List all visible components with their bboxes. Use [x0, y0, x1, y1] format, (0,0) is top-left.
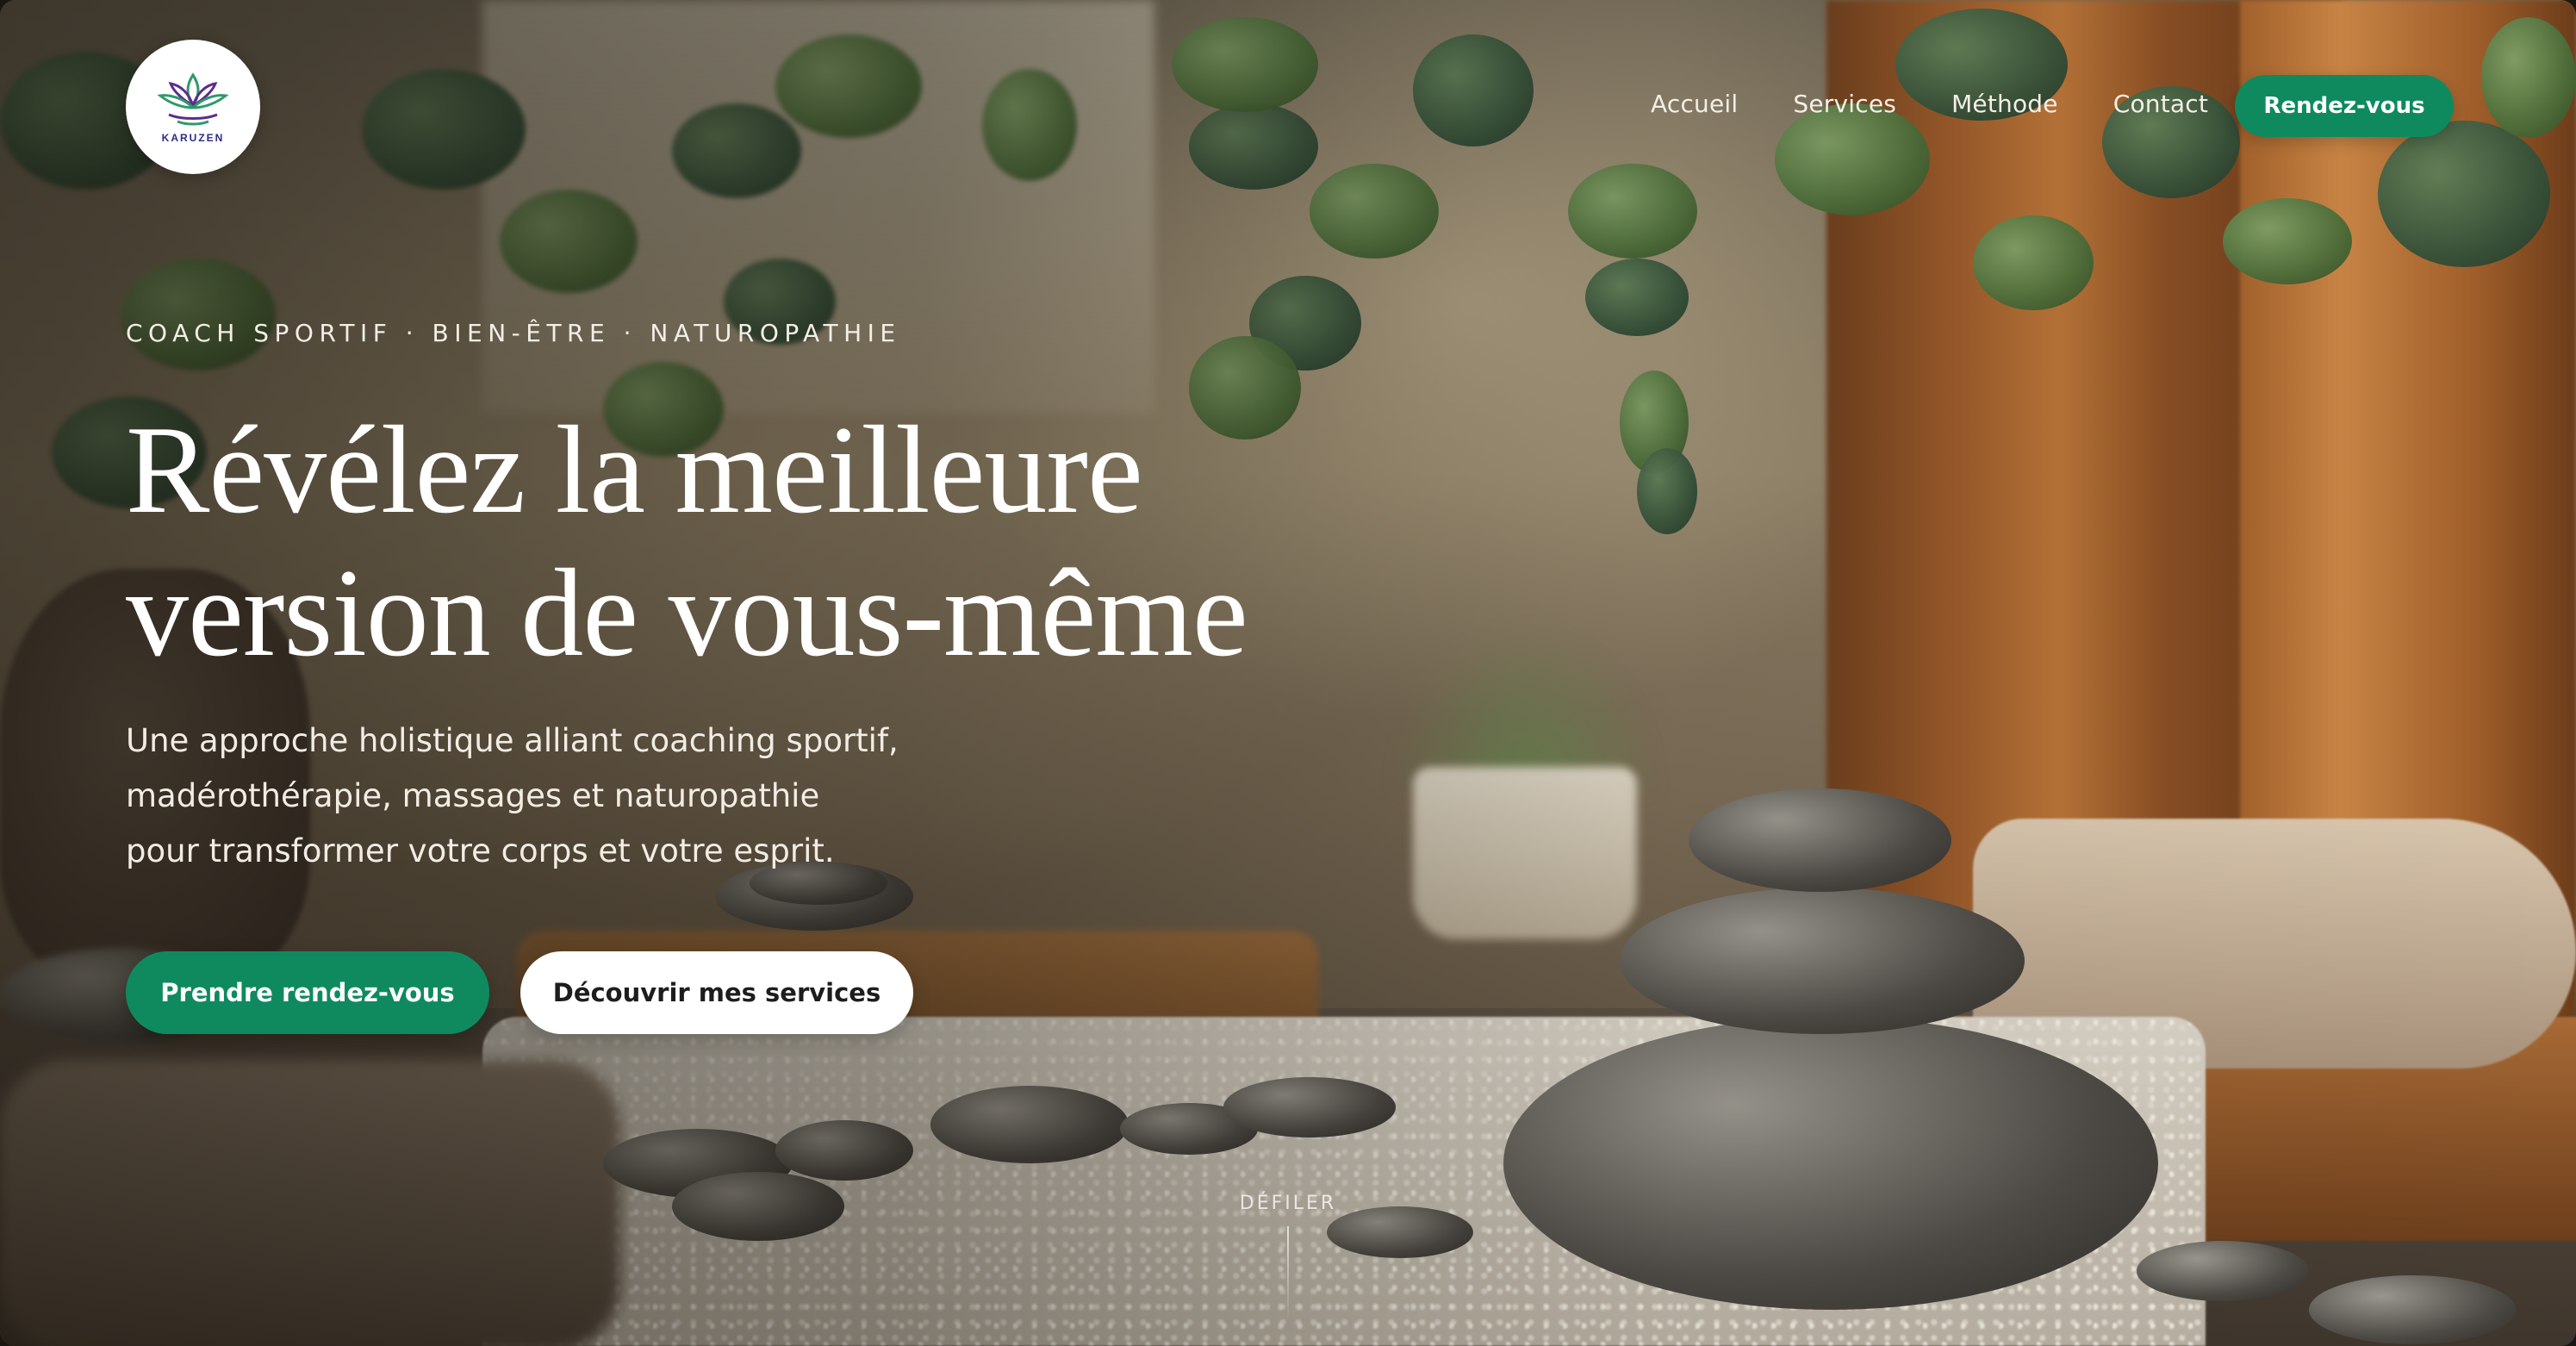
nav-item-methode[interactable]: Méthode	[1951, 90, 2058, 118]
scroll-indicator[interactable]: DÉFILER	[1239, 1193, 1337, 1321]
book-appointment-button[interactable]: Prendre rendez-vous	[126, 951, 489, 1034]
nav-item-contact[interactable]: Contact	[2113, 90, 2208, 118]
discover-services-button[interactable]: Découvrir mes services	[520, 951, 913, 1034]
nav-item-services[interactable]: Services	[1793, 90, 1896, 118]
scroll-line	[1287, 1226, 1289, 1321]
main-nav: Accueil Services Méthode Contact	[1651, 90, 2263, 118]
nav-item-accueil[interactable]: Accueil	[1651, 90, 1738, 118]
rendez-vous-button[interactable]: Rendez-vous	[2235, 75, 2454, 137]
brand-logo[interactable]: KARUZEN	[126, 40, 260, 174]
hero-page: KARUZEN Accueil Services Méthode Contact…	[0, 0, 2576, 1346]
scroll-label: DÉFILER	[1239, 1193, 1337, 1214]
headline-line-2: version de vous-même	[126, 543, 1248, 682]
hero-eyebrow: COACH SPORTIF · BIEN-ÊTRE · NATUROPATHIE	[126, 319, 901, 347]
brand-name: KARUZEN	[161, 132, 225, 144]
hero-headline: Révélez la meilleure version de vous-mêm…	[126, 398, 1332, 684]
hero-subtitle: Une approche holistique alliant coaching…	[126, 722, 899, 869]
lotus-icon	[157, 72, 229, 126]
headline-line-1: Révélez la meilleure	[126, 400, 1143, 539]
